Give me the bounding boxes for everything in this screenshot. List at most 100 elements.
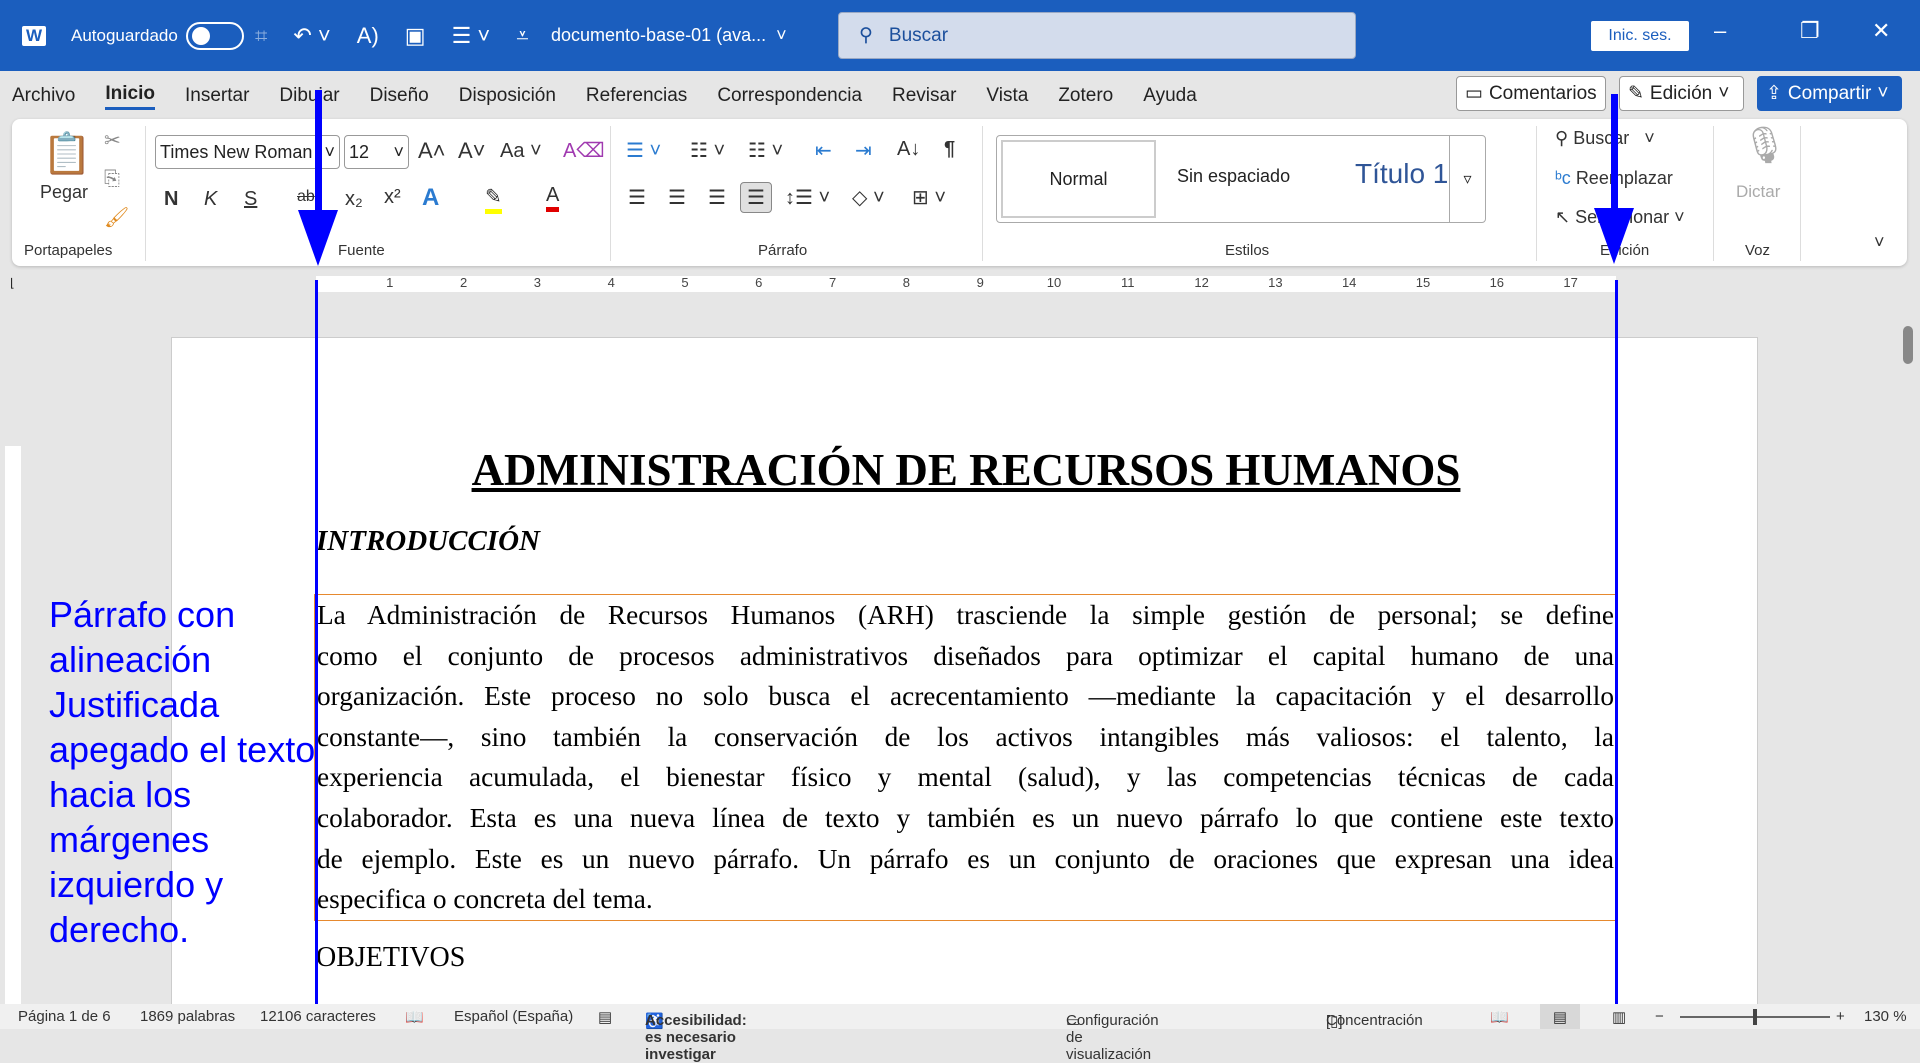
char-count[interactable]: 12106 caracteres bbox=[260, 1008, 376, 1025]
italic-button[interactable]: K bbox=[204, 188, 217, 211]
search-input[interactable]: ⚲ Buscar bbox=[838, 12, 1356, 59]
proofing-icon[interactable]: 📖 bbox=[405, 1008, 424, 1026]
customize-qat-icon[interactable]: ⩡ bbox=[516, 23, 528, 49]
vertical-ruler[interactable] bbox=[0, 296, 26, 1006]
editing-mode-button[interactable]: ✎ Edición ˅ bbox=[1619, 76, 1744, 111]
undo-icon[interactable]: ↶ ˅ bbox=[293, 23, 330, 49]
text-effects-icon[interactable]: A bbox=[422, 184, 439, 212]
horizontal-ruler[interactable]: ⌊ 1 2 3 4 5 6 7 8 9 10 11 12 13 14 15 16 17 bbox=[0, 272, 1920, 296]
align-right-button[interactable]: ☰ bbox=[708, 185, 726, 210]
clear-formatting-icon[interactable]: A⌫ bbox=[563, 138, 605, 163]
ruler-number: 11 bbox=[1121, 275, 1135, 290]
comment-icon: ▭ bbox=[1465, 83, 1483, 104]
web-layout-icon[interactable]: ▥ bbox=[1612, 1008, 1626, 1026]
line-spacing-button[interactable]: ↕☰ ˅ bbox=[785, 185, 830, 210]
format-painter-icon[interactable]: 🖌 bbox=[104, 205, 129, 230]
decrease-indent-icon[interactable]: ⇤ bbox=[815, 138, 832, 163]
tab-correspondencia[interactable]: Correspondencia bbox=[717, 85, 862, 107]
justified-paragraph[interactable]: La Administración de Recursos Humanos (A… bbox=[314, 594, 1617, 921]
autosave-toggle[interactable] bbox=[185, 21, 244, 50]
scrollbar-thumb[interactable] bbox=[1903, 326, 1913, 364]
change-case-label: Aa bbox=[500, 140, 525, 162]
show-marks-icon[interactable]: ¶ bbox=[944, 138, 955, 161]
word-count[interactable]: 1869 palabras bbox=[140, 1008, 235, 1025]
document-title[interactable]: documento-base-01 (ava... ˅ bbox=[551, 0, 787, 71]
collapse-ribbon-icon[interactable]: ˅ bbox=[1874, 232, 1885, 253]
restore-button[interactable]: ❐ bbox=[1800, 18, 1820, 44]
line-spacing-icon[interactable]: ☰ ˅ bbox=[452, 23, 491, 49]
copy-icon[interactable]: ⎘ bbox=[104, 168, 120, 191]
numbering-icon[interactable]: ☷ ˅ bbox=[690, 138, 725, 163]
zoom-slider[interactable] bbox=[1680, 1009, 1830, 1025]
styles-more-button[interactable]: ▿ bbox=[1449, 136, 1485, 222]
style-normal[interactable]: Normal bbox=[1001, 140, 1156, 218]
highlight-icon[interactable]: ✎ bbox=[485, 184, 502, 214]
paragraph-line: constante—, sino también la conservación… bbox=[317, 721, 1614, 752]
share-button[interactable]: ⇪ Compartir ˅ bbox=[1757, 76, 1902, 111]
justify-button[interactable]: ☰ bbox=[740, 182, 772, 213]
page-count[interactable]: Página 1 de 6 bbox=[18, 1008, 111, 1025]
sign-in-button[interactable]: Inic. ses. bbox=[1591, 21, 1689, 51]
borders-icon[interactable]: ⊞ ˅ bbox=[912, 185, 946, 210]
grow-font-icon[interactable]: A˄ bbox=[418, 138, 446, 164]
zoom-in-button[interactable]: + bbox=[1836, 1008, 1845, 1025]
paste-icon[interactable]: 📋 bbox=[42, 130, 92, 177]
paragraph-line: La Administración de Recursos Humanos (A… bbox=[317, 600, 1614, 630]
tab-revisar[interactable]: Revisar bbox=[892, 85, 956, 107]
align-left-button[interactable]: ☰ bbox=[628, 185, 646, 210]
paragraph-line: colaborador. Esta es una nueva línea de … bbox=[317, 802, 1614, 833]
align-center-button[interactable]: ☰ bbox=[668, 185, 686, 210]
cut-icon[interactable]: ✂ bbox=[104, 128, 121, 153]
ruler-number: 5 bbox=[681, 275, 689, 290]
style-heading-1[interactable]: Título 1 bbox=[1355, 158, 1448, 190]
tab-inicio[interactable]: Inicio bbox=[105, 83, 155, 110]
shading-icon[interactable]: ◇ ˅ bbox=[852, 185, 885, 210]
paste-button[interactable]: Pegar bbox=[40, 182, 88, 203]
tab-insertar[interactable]: Insertar bbox=[185, 85, 249, 107]
zoom-slider-thumb[interactable] bbox=[1753, 1009, 1757, 1025]
tab-zotero[interactable]: Zotero bbox=[1058, 85, 1113, 107]
tab-archivo[interactable]: Archivo bbox=[12, 85, 75, 107]
superscript-button[interactable]: x² bbox=[384, 186, 401, 209]
font-size-select[interactable]: 12 ˅ bbox=[344, 135, 409, 169]
ruler-number: 4 bbox=[607, 275, 615, 290]
right-margin-line bbox=[1615, 280, 1618, 1029]
minimize-button[interactable]: – bbox=[1714, 18, 1726, 44]
tab-ayuda[interactable]: Ayuda bbox=[1143, 85, 1197, 107]
ruler-number: 6 bbox=[755, 275, 763, 290]
comments-button[interactable]: ▭ Comentarios bbox=[1456, 76, 1606, 111]
language[interactable]: Español (España) bbox=[454, 1008, 573, 1025]
text-predictions-icon[interactable]: ▤ bbox=[598, 1008, 612, 1026]
multilevel-list-icon[interactable]: ☷ ˅ bbox=[748, 138, 783, 163]
subscript-button[interactable]: x₂ bbox=[345, 188, 363, 211]
style-no-spacing[interactable]: Sin espaciado bbox=[1177, 166, 1290, 187]
zoom-level[interactable]: 130 % bbox=[1864, 1008, 1907, 1025]
save-icon[interactable]: ▣ bbox=[405, 23, 426, 49]
sort-icon[interactable]: A↓ bbox=[897, 138, 920, 161]
underline-button[interactable]: S bbox=[244, 188, 257, 211]
print-layout-icon[interactable]: ▤ bbox=[1540, 1004, 1580, 1029]
close-button[interactable]: ✕ bbox=[1872, 18, 1890, 44]
tab-disposicion[interactable]: Disposición bbox=[459, 85, 556, 107]
zoom-out-button[interactable]: − bbox=[1655, 1008, 1664, 1025]
ruler-number: 16 bbox=[1489, 275, 1505, 290]
shrink-font-icon[interactable]: A˅ bbox=[458, 138, 486, 164]
microphone-icon[interactable]: 🎙 bbox=[1742, 124, 1788, 166]
crop-icon[interactable]: ⌗ bbox=[255, 23, 267, 49]
change-case-button[interactable]: Aa ˅ bbox=[500, 140, 542, 163]
read-mode-icon[interactable]: 📖 bbox=[1490, 1008, 1509, 1026]
tab-selector-icon[interactable]: ⌊ bbox=[10, 276, 15, 290]
tab-vista[interactable]: Vista bbox=[986, 85, 1028, 107]
search-icon: ⚲ bbox=[1555, 128, 1569, 148]
dictate-button[interactable]: Dictar bbox=[1736, 182, 1780, 202]
bullets-icon[interactable]: ☰ ˅ bbox=[626, 138, 661, 163]
status-bar: Página 1 de 6 1869 palabras 12106 caract… bbox=[0, 1004, 1920, 1063]
cursor-icon: ↖ bbox=[1555, 207, 1571, 227]
bold-button[interactable]: N bbox=[164, 188, 178, 211]
tab-diseno[interactable]: Diseño bbox=[370, 85, 429, 107]
font-color-icon[interactable]: A bbox=[546, 184, 560, 212]
tab-referencias[interactable]: Referencias bbox=[586, 85, 687, 107]
vertical-scrollbar[interactable] bbox=[1895, 296, 1920, 1004]
read-aloud-icon[interactable]: A) bbox=[357, 23, 379, 49]
increase-indent-icon[interactable]: ⇥ bbox=[855, 138, 872, 163]
